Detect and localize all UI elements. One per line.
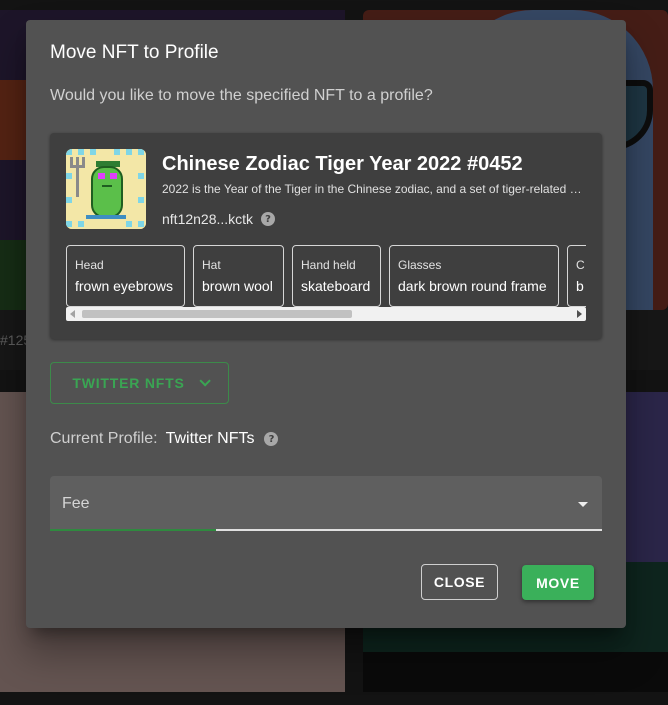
profile-select-button[interactable]: TWITTER NFTS <box>50 362 229 404</box>
nft-description: 2022 is the Year of the Tiger in the Chi… <box>162 182 590 196</box>
dialog-subtitle: Would you like to move the specified NFT… <box>50 87 433 104</box>
fee-label: Fee <box>62 495 90 512</box>
attribute-value: dark brown round frame <box>398 278 547 294</box>
attribute-chip: C b <box>567 245 586 307</box>
scrollbar-thumb[interactable] <box>82 310 352 318</box>
attribute-key: Hand held <box>301 258 356 272</box>
attribute-key: Glasses <box>398 258 442 272</box>
scroll-right-icon[interactable] <box>577 310 582 318</box>
attribute-key: Head <box>75 258 104 272</box>
attribute-value: skateboard <box>301 278 371 294</box>
fee-select[interactable]: Fee <box>50 476 602 531</box>
current-profile-value: Twitter NFTs <box>165 430 255 447</box>
attribute-chip: Hand held skateboard <box>292 245 381 307</box>
attributes-scrollbar[interactable] <box>66 307 586 321</box>
fee-loading-bar <box>50 529 216 531</box>
chevron-down-icon <box>199 375 211 387</box>
nft-id[interactable]: nft12n28...kctk <box>162 211 253 227</box>
move-nft-dialog: Move NFT to Profile Would you like to mo… <box>26 20 626 628</box>
help-icon[interactable]: ? <box>264 432 279 446</box>
nft-summary-card: Chinese Zodiac Tiger Year 2022 #0452 202… <box>50 133 602 339</box>
move-button[interactable]: MOVE <box>522 565 594 600</box>
scroll-left-icon[interactable] <box>70 310 75 318</box>
attribute-value: frown eyebrows <box>75 278 174 294</box>
pickle-character-image <box>66 149 146 229</box>
help-icon[interactable]: ? <box>261 212 276 226</box>
current-profile-label: Current Profile: <box>50 430 158 447</box>
dialog-title: Move NFT to Profile <box>50 42 219 63</box>
attribute-chip: Glasses dark brown round frame <box>389 245 559 307</box>
nft-name: Chinese Zodiac Tiger Year 2022 #0452 <box>162 153 523 175</box>
profile-select-label: TWITTER NFTS <box>72 375 185 391</box>
attribute-value: brown wool <box>202 278 273 294</box>
attribute-chip: Head frown eyebrows <box>66 245 185 307</box>
attribute-list: Head frown eyebrows Hat brown wool Hand … <box>66 245 586 307</box>
nft-id-row: nft12n28...kctk ? <box>162 211 276 227</box>
attribute-key: Hat <box>202 258 221 272</box>
attribute-value: b <box>576 278 584 294</box>
nft-thumbnail <box>66 149 146 229</box>
close-button[interactable]: CLOSE <box>421 564 498 600</box>
nft-attributes[interactable]: Head frown eyebrows Hat brown wool Hand … <box>66 245 586 321</box>
attribute-chip: Hat brown wool <box>193 245 284 307</box>
current-profile: Current Profile: Twitter NFTs ? <box>50 430 279 448</box>
attribute-key: C <box>576 258 585 272</box>
dropdown-caret-icon <box>578 502 588 507</box>
